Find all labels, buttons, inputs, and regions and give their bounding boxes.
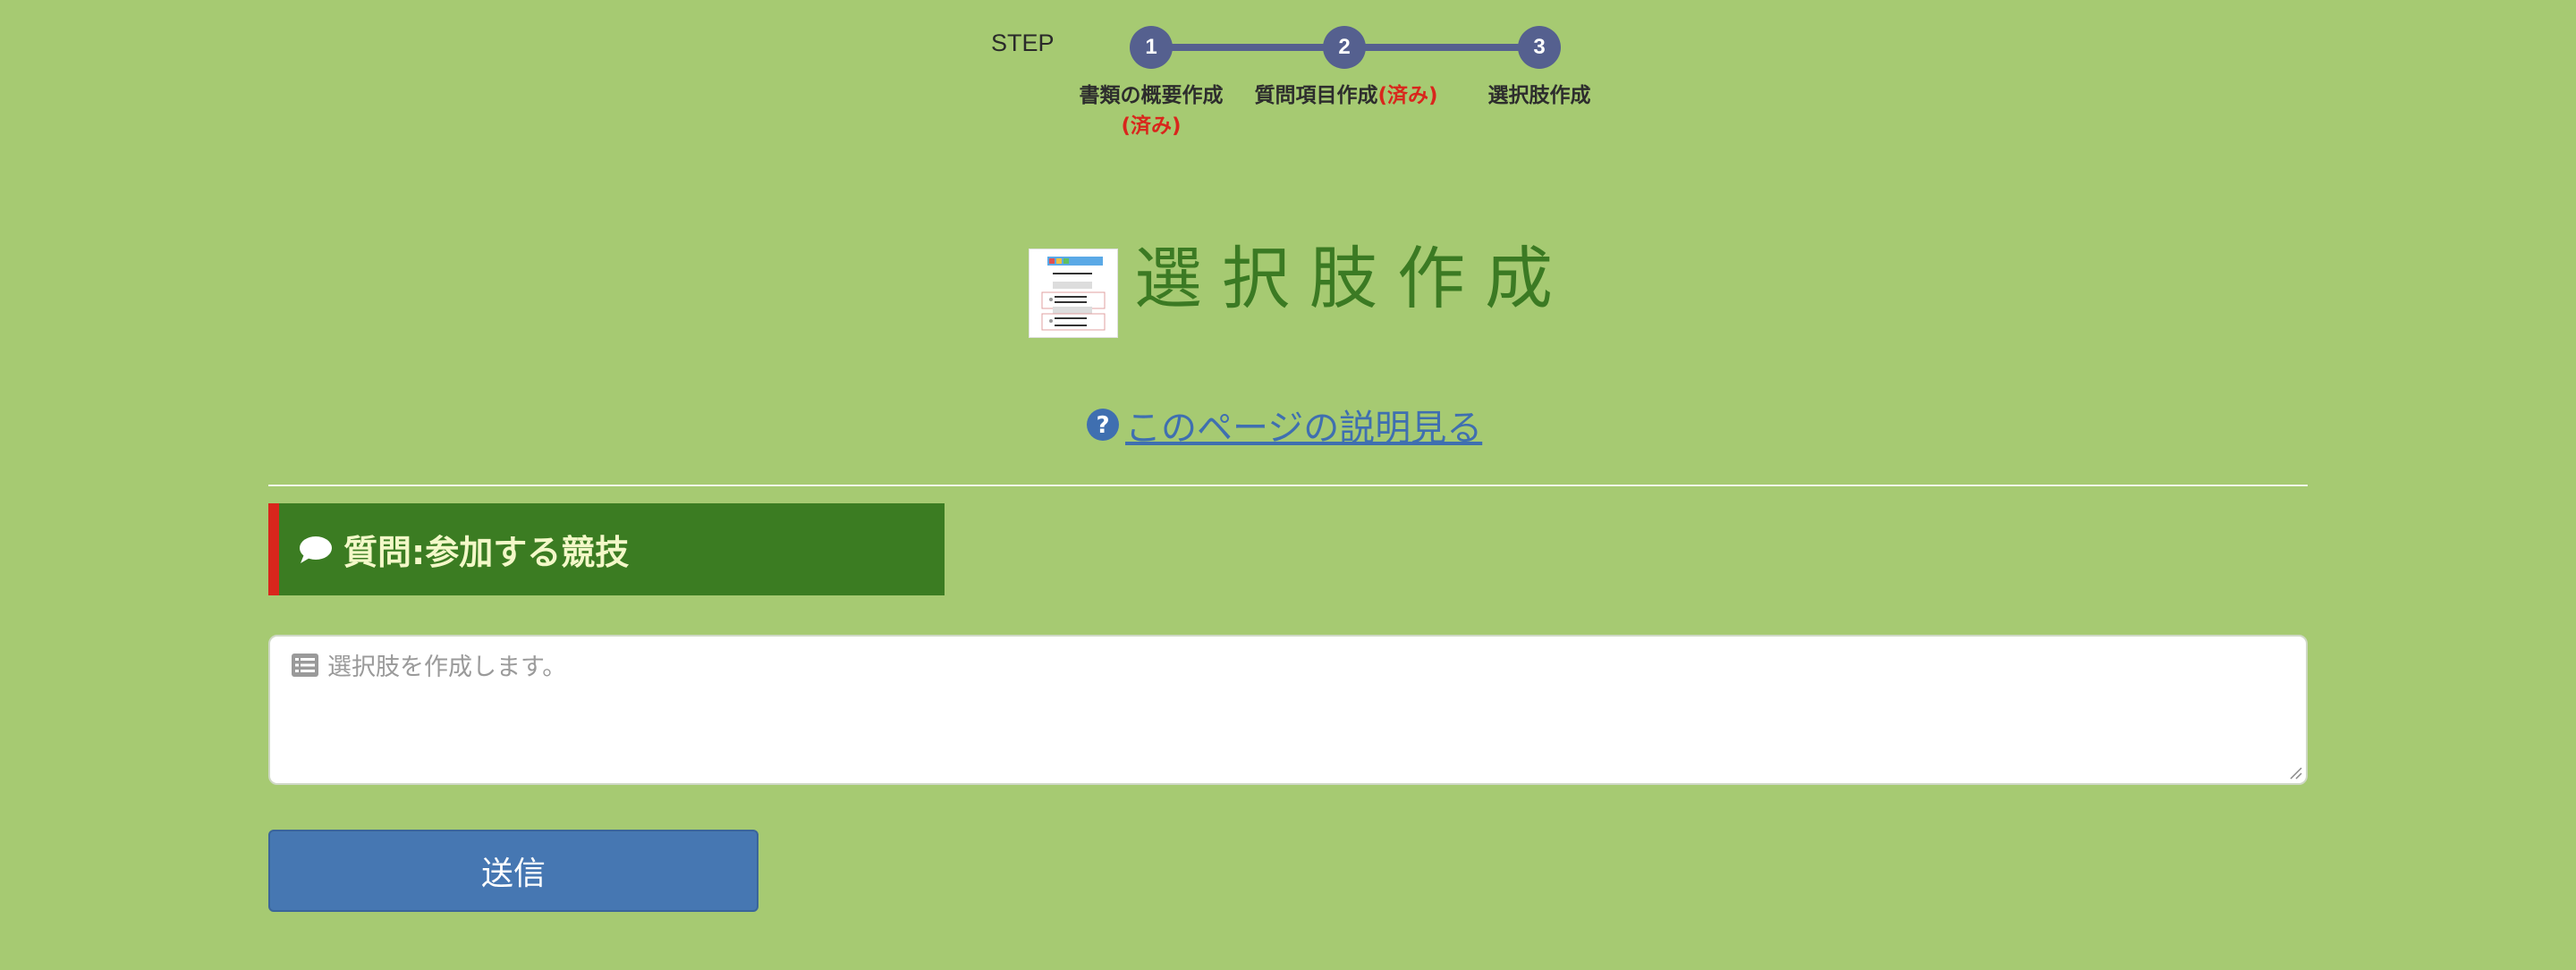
step-connector-2-3 xyxy=(1344,44,1539,51)
choices-placeholder-text: 選択肢を作成します。 xyxy=(327,654,567,681)
page: STEP 1 2 3 書類の概要作成 (済み) 質問項目作成(済み) 選択肢作成 xyxy=(0,0,2576,970)
step-3-title: 選択肢作成 xyxy=(1487,84,1591,107)
divider xyxy=(268,485,2308,486)
step-2-caption: 質問項目作成(済み) xyxy=(1250,80,1443,111)
step-2-status: (済み) xyxy=(1377,84,1438,107)
step-3-caption: 選択肢作成 xyxy=(1468,80,1611,111)
step-1-circle: 1 xyxy=(1130,26,1173,69)
step-label: STEP xyxy=(991,30,1055,56)
step-1-status: (済み) xyxy=(1121,114,1182,138)
step-3-circle: 3 xyxy=(1518,26,1561,69)
step-2-circle: 2 xyxy=(1323,26,1366,69)
choices-placeholder: 選択肢を作成します。 xyxy=(292,647,566,682)
svg-text:?: ? xyxy=(1096,412,1109,439)
choices-textarea[interactable]: 選択肢を作成します。 xyxy=(268,635,2308,785)
step-1-title: 書類の概要作成 xyxy=(1079,84,1224,107)
step-2-title: 質問項目作成 xyxy=(1254,84,1378,107)
submit-button[interactable]: 送信 xyxy=(268,830,758,912)
form-thumbnail-icon xyxy=(1029,249,1118,338)
step-connector-1-2 xyxy=(1151,44,1344,51)
page-title: 選択肢作成 xyxy=(1134,239,1572,318)
question-label: 質問:参加する競技 xyxy=(343,533,630,572)
resize-handle-icon[interactable] xyxy=(2288,765,2302,780)
speech-bubble-icon xyxy=(300,536,332,563)
help-link[interactable]: ? このページの説明見る xyxy=(1086,399,1482,451)
list-icon xyxy=(292,653,318,677)
question-header: 質問:参加する競技 xyxy=(268,503,945,595)
help-link-text: このページの説明見る xyxy=(1125,408,1483,449)
question-circle-icon: ? xyxy=(1087,409,1119,441)
step-1-caption: 書類の概要作成 (済み) xyxy=(1062,80,1241,141)
